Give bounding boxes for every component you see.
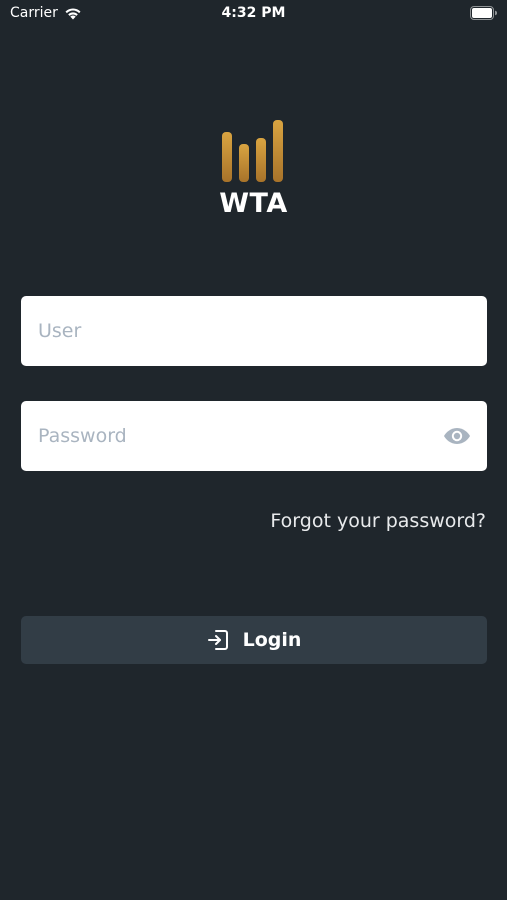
logo-text: WTA	[219, 188, 288, 219]
password-visibility-toggle[interactable]	[435, 414, 479, 458]
login-screen: Carrier 4:32 PM WTA User Forgot your pas…	[0, 0, 507, 900]
password-input[interactable]	[21, 401, 435, 471]
login-icon	[207, 630, 228, 650]
app-logo: WTA	[0, 118, 507, 219]
battery-full-icon	[470, 6, 497, 20]
user-field[interactable]	[21, 296, 487, 366]
login-button[interactable]: Login	[21, 616, 487, 664]
user-input[interactable]	[21, 296, 487, 366]
login-label: Login	[242, 629, 302, 651]
clock: 4:32 PM	[221, 5, 286, 21]
status-bar: Carrier 4:32 PM	[0, 0, 507, 30]
forgot-password-link[interactable]: Forgot your password?	[270, 510, 486, 532]
bar-signal-icon	[221, 120, 283, 182]
password-field[interactable]	[21, 401, 487, 471]
eye-icon	[444, 428, 470, 444]
